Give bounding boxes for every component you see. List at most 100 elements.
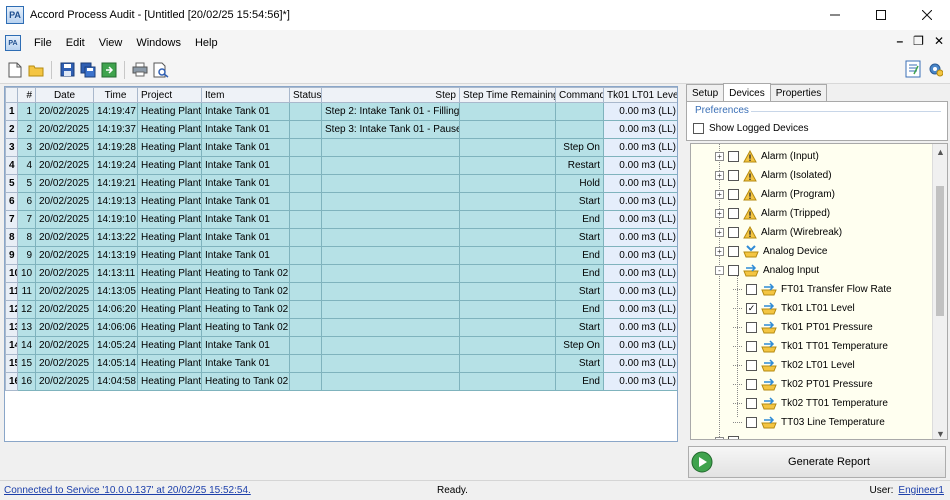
grid-corner-cell[interactable] [5,87,18,103]
cell-date[interactable]: 20/02/2025 [35,102,94,121]
cell-project[interactable]: Heating Plant [137,120,202,139]
cell-date[interactable]: 20/02/2025 [35,120,94,139]
tree-node-checkbox[interactable] [728,227,739,238]
tree-expander-icon[interactable]: + [715,437,724,439]
save-all-button[interactable] [79,61,97,79]
cell-project[interactable]: Heating Plant [137,282,202,301]
cell-step[interactable] [321,354,460,373]
settings-button[interactable] [926,60,944,78]
report-button[interactable] [904,60,922,78]
cell-time[interactable]: 14:19:47 [93,102,138,121]
cell-step[interactable] [321,318,460,337]
row-header[interactable]: 3 [5,138,18,157]
cell-project[interactable]: Heating Plant [137,192,202,211]
cell-step-time-remaining[interactable] [459,282,556,301]
export-button[interactable] [100,61,118,79]
row-header[interactable]: 8 [5,228,18,247]
cell-command[interactable]: Hold [555,174,604,193]
table-row[interactable]: 13 13 20/02/2025 14:06:06 Heating Plant … [5,318,677,337]
cell-step[interactable] [321,210,460,229]
cell-tk01-lt01-level[interactable]: 0.00 m3 (LL) [603,354,677,373]
generate-report-button[interactable]: Generate Report [688,446,946,478]
cell-command[interactable]: Step On [555,336,604,355]
column-header-number[interactable]: # [17,87,36,103]
cell-project[interactable]: Heating Plant [137,264,202,283]
tree-node-partial[interactable]: + [715,432,739,439]
cell-command[interactable]: End [555,210,604,229]
cell-tk01-lt01-level[interactable]: 0.00 m3 (LL) [603,318,677,337]
cell-tk01-lt01-level[interactable]: 0.00 m3 (LL) [603,246,677,265]
cell-command[interactable] [555,102,604,121]
cell-item[interactable]: Intake Tank 01 [201,192,290,211]
cell-command[interactable]: Start [555,192,604,211]
device-tree[interactable]: + Alarm (Input) + Alarm (Isolated) + Alarm (P… [690,143,948,440]
cell-command[interactable]: Step On [555,138,604,157]
cell-item[interactable]: Heating to Tank 02 [201,318,290,337]
cell-item[interactable]: Intake Tank 01 [201,174,290,193]
cell-step[interactable] [321,192,460,211]
cell-step-time-remaining[interactable] [459,102,556,121]
cell-tk01-lt01-level[interactable]: 0.00 m3 (LL) [603,120,677,139]
cell-status[interactable] [289,264,322,283]
cell-time[interactable]: 14:13:22 [93,228,138,247]
cell-command[interactable]: Start [555,228,604,247]
cell-number[interactable]: 6 [17,192,36,211]
cell-time[interactable]: 14:05:14 [93,354,138,373]
cell-command[interactable] [555,120,604,139]
table-row[interactable]: 10 10 20/02/2025 14:13:11 Heating Plant … [5,264,677,283]
cell-tk01-lt01-level[interactable]: 0.00 m3 (LL) [603,192,677,211]
cell-item[interactable]: Intake Tank 01 [201,228,290,247]
tab-properties[interactable]: Properties [769,84,828,102]
cell-number[interactable]: 15 [17,354,36,373]
cell-step-time-remaining[interactable] [459,372,556,391]
menu-windows[interactable]: Windows [129,37,188,49]
cell-number[interactable]: 9 [17,246,36,265]
cell-tk01-lt01-level[interactable]: 0.00 m3 (LL) [603,264,677,283]
cell-date[interactable]: 20/02/2025 [35,318,94,337]
cell-status[interactable] [289,192,322,211]
tree-node-checkbox[interactable] [746,417,757,428]
cell-time[interactable]: 14:05:24 [93,336,138,355]
cell-step-time-remaining[interactable] [459,318,556,337]
cell-step[interactable] [321,282,460,301]
cell-time[interactable]: 14:19:13 [93,192,138,211]
table-row[interactable]: 4 4 20/02/2025 14:19:24 Heating Plant In… [5,156,677,175]
cell-step-time-remaining[interactable] [459,192,556,211]
cell-step-time-remaining[interactable] [459,120,556,139]
tree-node-checkbox[interactable]: ✓ [746,303,757,314]
tree-scrollbar[interactable]: ▲ ▼ [932,144,947,439]
minimize-button[interactable] [812,0,858,30]
cell-command[interactable]: Restart [555,156,604,175]
cell-number[interactable]: 14 [17,336,36,355]
cell-step[interactable] [321,138,460,157]
tree-node-checkbox[interactable] [746,379,757,390]
cell-date[interactable]: 20/02/2025 [35,246,94,265]
row-header[interactable]: 12 [5,300,18,319]
cell-step-time-remaining[interactable] [459,354,556,373]
print-preview-button[interactable] [152,61,170,79]
cell-project[interactable]: Heating Plant [137,318,202,337]
cell-step[interactable] [321,228,460,247]
cell-command[interactable]: End [555,246,604,265]
cell-step[interactable] [321,300,460,319]
tree-node[interactable]: + Alarm (Tripped) [715,204,830,223]
cell-time[interactable]: 14:13:05 [93,282,138,301]
table-row[interactable]: 9 9 20/02/2025 14:13:19 Heating Plant In… [5,246,677,265]
table-row[interactable]: 12 12 20/02/2025 14:06:20 Heating Plant … [5,300,677,319]
tree-node[interactable]: Tk02 PT01 Pressure [733,375,873,394]
tree-node-checkbox[interactable] [728,208,739,219]
tree-node[interactable]: TT03 Line Temperature [733,413,885,432]
cell-item[interactable]: Intake Tank 01 [201,336,290,355]
cell-number[interactable]: 8 [17,228,36,247]
row-header[interactable]: 4 [5,156,18,175]
tree-node[interactable]: Tk01 TT01 Temperature [733,337,888,356]
cell-step[interactable] [321,372,460,391]
table-row[interactable]: 3 3 20/02/2025 14:19:28 Heating Plant In… [5,138,677,157]
cell-step-time-remaining[interactable] [459,228,556,247]
cell-status[interactable] [289,228,322,247]
cell-status[interactable] [289,354,322,373]
row-header[interactable]: 7 [5,210,18,229]
cell-time[interactable]: 14:19:28 [93,138,138,157]
tree-node-checkbox[interactable] [746,398,757,409]
column-header-command[interactable]: Command [555,87,604,103]
